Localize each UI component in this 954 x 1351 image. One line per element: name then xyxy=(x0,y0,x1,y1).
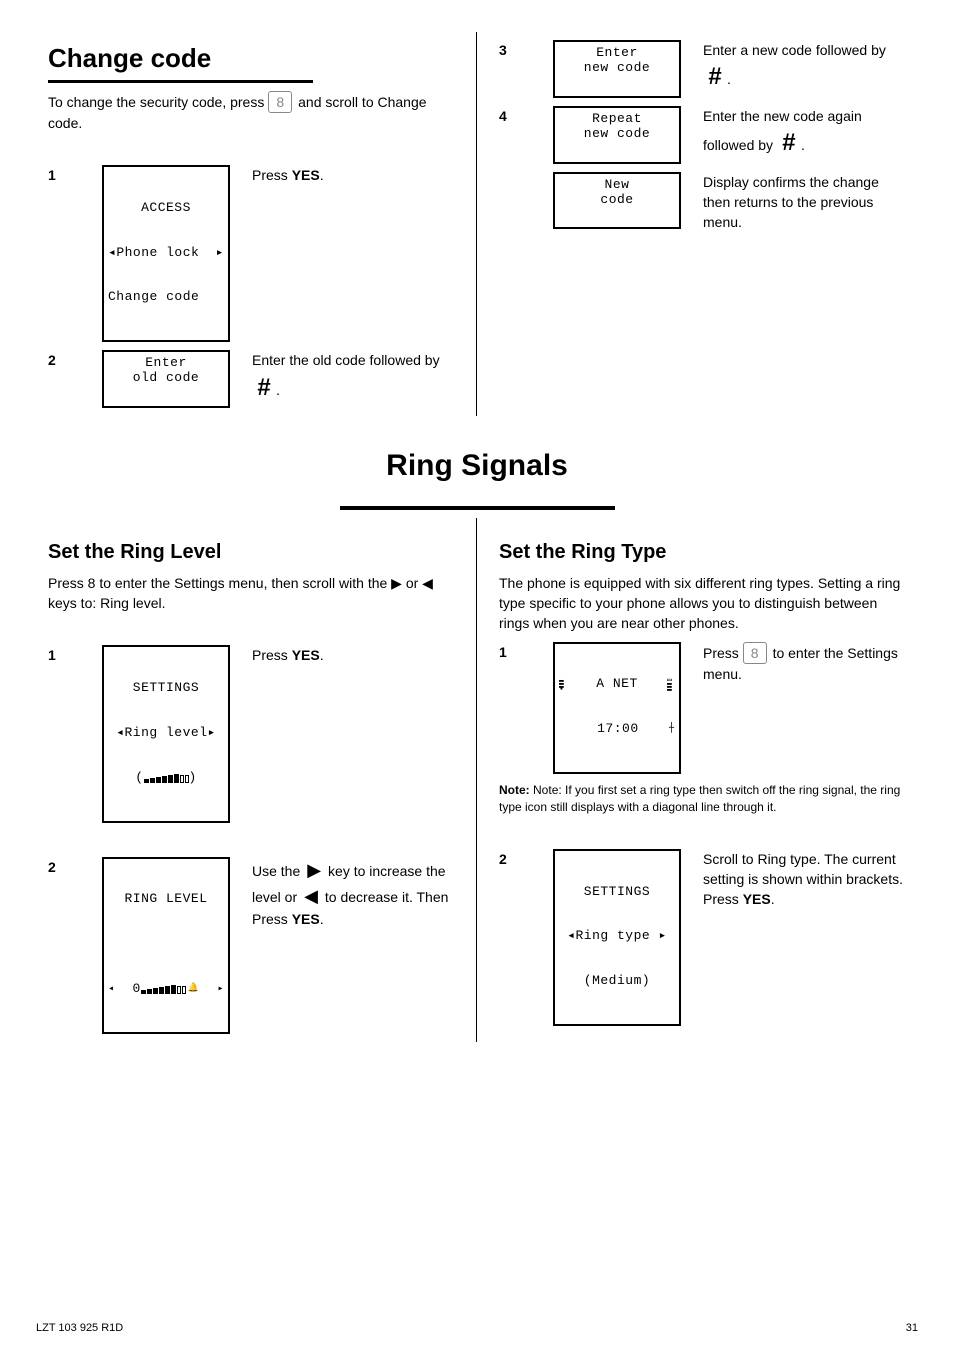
change-code-step-3: 3 Enter new code Enter a new code follow… xyxy=(499,40,906,98)
intro-change-code: To change the security code, press 8 and… xyxy=(48,91,454,133)
hash-icon: # xyxy=(777,126,801,161)
lcd-enter-new-code: Enter new code xyxy=(553,40,681,98)
lcd-ring-level-adjust: RING LEVEL ◂0🔔▸ xyxy=(102,857,230,1034)
ring-type-intro: The phone is equipped with six different… xyxy=(499,573,906,634)
ring-type-step-2: 2 SETTINGS ◂Ring type ▸ (Medium) Scroll … xyxy=(499,849,906,1026)
ring-level-step-1: 1 SETTINGS ◂Ring level▸ () Press YES. xyxy=(48,645,454,822)
ring-type-note: Note: Note: If you first set a ring type… xyxy=(499,782,906,817)
hash-icon: # xyxy=(252,371,276,406)
hash-icon: # xyxy=(703,60,727,95)
antenna-icon: ⍭ xyxy=(668,724,675,736)
lcd-idle-screen: ▬▬▬▪ A NET ▭▬▬▬ 17:00 ⍭ xyxy=(553,642,681,775)
signal-icon: ▬▬▬▪ xyxy=(559,679,567,691)
footer-page-num: 31 xyxy=(906,1321,918,1337)
ring-level-intro: Press 8 to enter the Settings menu, then… xyxy=(48,573,454,614)
change-code-step-2: 2 Enter old code Enter the old code foll… xyxy=(48,350,454,408)
heading-ring-signals: Ring Signals xyxy=(36,444,918,488)
lcd-access-phone-lock: ACCESS ◂Phone lock▸ Change code xyxy=(102,165,230,342)
key-8: 8 xyxy=(268,91,292,113)
ring-level-step-2: 2 RING LEVEL ◂0🔔▸ Use the ▶ key to incre… xyxy=(48,857,454,1034)
heading-change-code: Change code xyxy=(48,40,313,83)
heading-ring-level: Set the Ring Level xyxy=(48,538,454,567)
battery-icon: ▭▬▬▬ xyxy=(667,679,675,691)
lcd-enter-old-code: Enter old code xyxy=(102,350,230,408)
lcd-settings-ring-level: SETTINGS ◂Ring level▸ () xyxy=(102,645,230,822)
heading-ring-type: Set the Ring Type xyxy=(499,538,906,567)
right-arrow-icon: ▶ xyxy=(304,857,324,883)
ring-type-step-1: 1 ▬▬▬▪ A NET ▭▬▬▬ 17:00 ⍭ xyxy=(499,642,906,775)
change-code-step-4: 4 Repeat new code Enter the new code aga… xyxy=(499,106,906,164)
section-divider xyxy=(340,506,615,510)
change-code-step-1: 1 ACCESS ◂Phone lock▸ Change code Press … xyxy=(48,165,454,342)
footer-doc-id: LZT 103 925 R1D xyxy=(36,1321,123,1337)
key-8: 8 xyxy=(743,642,767,664)
lcd-new-code-confirm: New code xyxy=(553,172,681,230)
lcd-settings-ring-type: SETTINGS ◂Ring type ▸ (Medium) xyxy=(553,849,681,1026)
lcd-repeat-new-code: Repeat new code xyxy=(553,106,681,164)
left-arrow-icon: ◀ xyxy=(301,883,321,909)
change-code-confirm: New code Display confirms the change the… xyxy=(499,172,906,233)
